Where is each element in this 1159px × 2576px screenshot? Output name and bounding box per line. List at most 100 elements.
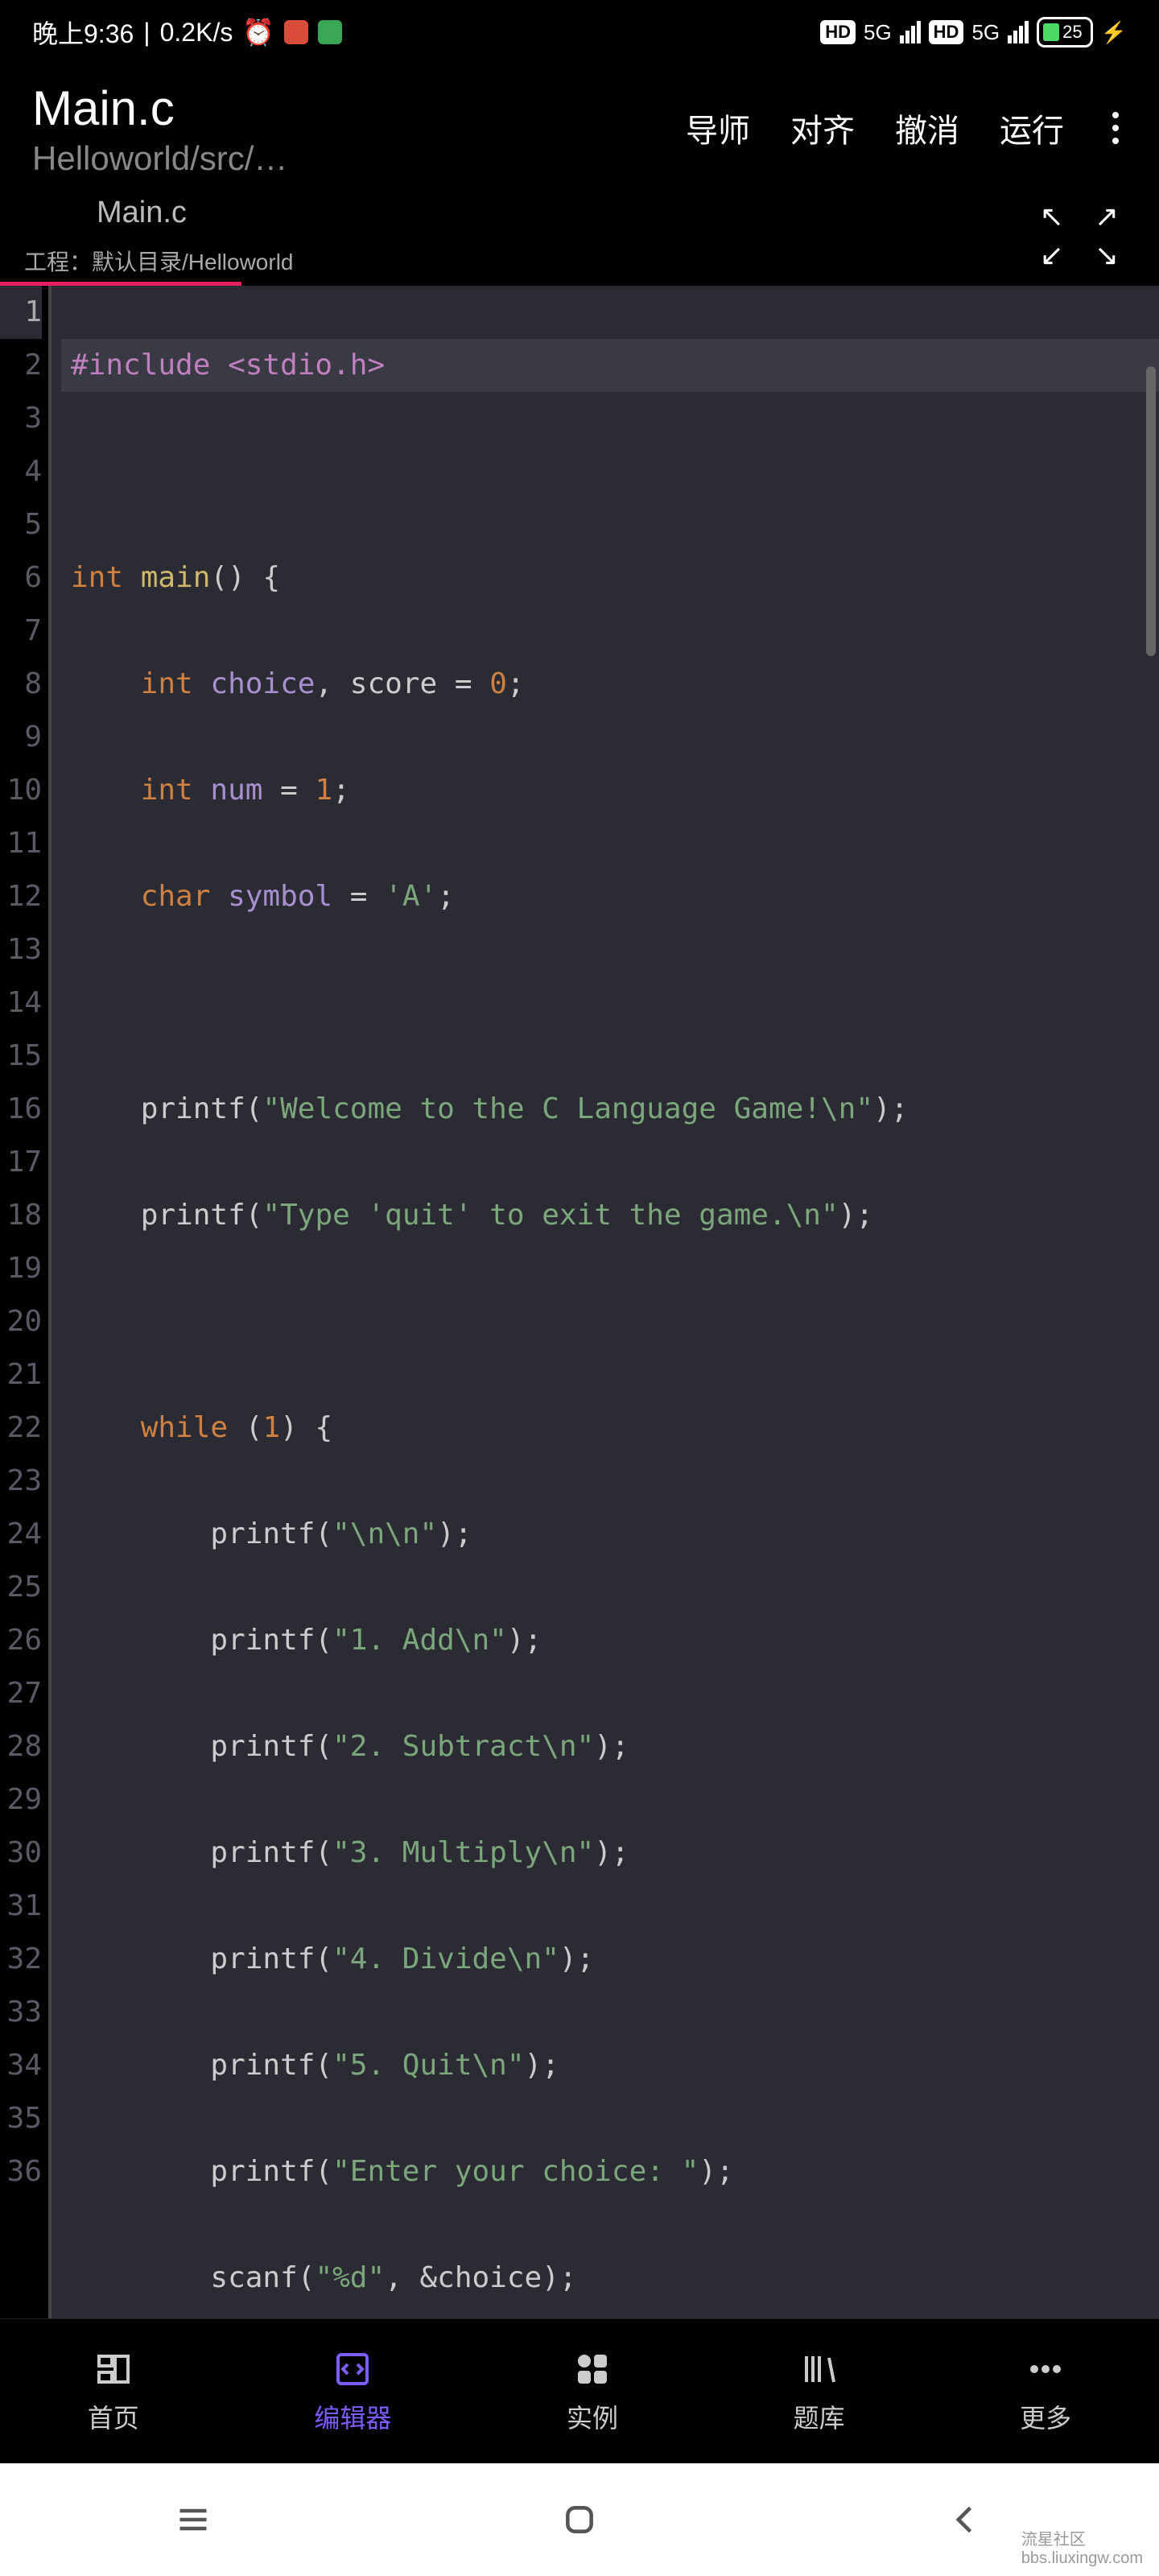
line-number: 8 (0, 658, 42, 711)
line-number: 25 (0, 1561, 42, 1614)
line-number: 36 (0, 2145, 42, 2198)
error-squiggle (639, 1534, 736, 1537)
header-left: Main.c Helloworld/src/… (32, 80, 686, 178)
run-button[interactable]: 运行 (1000, 105, 1064, 151)
line-number: 34 (0, 2039, 42, 2092)
code-line: printf("Type 'quit' to exit the game.\n"… (61, 1189, 1159, 1242)
undo-button[interactable]: 撤消 (895, 105, 959, 151)
system-recent-button[interactable] (169, 2496, 217, 2544)
code-line: #include <stdio.h> (61, 339, 1159, 392)
code-line: int main() { (61, 551, 1159, 605)
line-number-gutter: 1 2 3 4 5 6 7 8 9 10 11 12 13 14 15 16 1… (0, 286, 48, 2379)
line-number: 23 (0, 1455, 42, 1508)
code-line: printf("\n\n"); (61, 1508, 1159, 1561)
line-number: 22 (0, 1402, 42, 1455)
code-line: while (1) { (61, 1402, 1159, 1455)
nav-label: 题库 (794, 2398, 845, 2435)
system-back-button[interactable] (942, 2496, 990, 2544)
code-line: printf("2. Subtract\n"); (61, 1720, 1159, 1773)
status-speed: 0.2K/s (160, 18, 233, 47)
line-number: 7 (0, 605, 42, 658)
app-icon-red (284, 20, 308, 44)
code-line: int num = 1; (61, 764, 1159, 817)
charging-icon: ⚡ (1101, 20, 1127, 45)
code-line: printf("Welcome to the C Language Game!\… (61, 1083, 1159, 1136)
line-number: 17 (0, 1136, 42, 1189)
tab-bar: Main.c 工程：默认目录/Helloworld ↖↗ ↙↘ (0, 186, 1159, 286)
line-number: 19 (0, 1242, 42, 1295)
system-nav-bar: 流星社区 bbs.liuxingw.com (0, 2463, 1159, 2576)
line-number: 3 (0, 392, 42, 445)
nav-examples[interactable]: 实例 (567, 2348, 618, 2435)
line-number: 21 (0, 1348, 42, 1402)
nav-label: 实例 (567, 2398, 618, 2435)
status-right: HD 5G HD 5G 25 ⚡ (820, 17, 1127, 47)
hd-badge-2: HD (929, 20, 964, 44)
line-number: 9 (0, 711, 42, 764)
line-number: 11 (0, 817, 42, 870)
nav-home[interactable]: 首页 (88, 2348, 139, 2435)
bottom-nav: 首页 编辑器 实例 题库 更多 (0, 2318, 1159, 2463)
line-number: 13 (0, 923, 42, 976)
net-type-1: 5G (864, 20, 892, 45)
line-number: 35 (0, 2092, 42, 2145)
status-time: 晚上9:36 (32, 14, 134, 51)
nav-label: 首页 (88, 2398, 139, 2435)
code-line: printf("3. Multiply\n"); (61, 1827, 1159, 1880)
line-number: 33 (0, 1986, 42, 2039)
align-button[interactable]: 对齐 (790, 105, 855, 151)
line-number: 29 (0, 1773, 42, 1827)
header-actions: 导师 对齐 撤消 运行 (686, 80, 1127, 151)
battery-percent: 25 (1062, 22, 1082, 43)
nav-label: 编辑器 (314, 2398, 391, 2435)
code-line: char symbol = 'A'; (61, 870, 1159, 923)
code-line: scanf("%d", &choice); (61, 2252, 1159, 2305)
watermark: 流星社区 bbs.liuxingw.com (1021, 2526, 1143, 2568)
net-type-2: 5G (971, 20, 1000, 45)
battery-icon: 25 (1037, 17, 1092, 47)
line-number: 1 (0, 286, 42, 339)
line-number: 24 (0, 1508, 42, 1561)
books-icon (798, 2348, 840, 2390)
line-number: 32 (0, 1933, 42, 1986)
system-home-button[interactable] (555, 2496, 604, 2544)
line-number: 5 (0, 498, 42, 551)
signal-icon-2 (1008, 21, 1029, 43)
hd-badge-1: HD (820, 20, 856, 44)
guide-button[interactable]: 导师 (686, 105, 750, 151)
line-number: 31 (0, 1880, 42, 1933)
home-icon (93, 2348, 134, 2390)
nav-editor[interactable]: 编辑器 (314, 2348, 391, 2435)
line-number: 26 (0, 1614, 42, 1667)
file-title: Main.c (32, 80, 686, 136)
line-number: 10 (0, 764, 42, 817)
line-number: 6 (0, 551, 42, 605)
line-number: 12 (0, 870, 42, 923)
line-number: 27 (0, 1667, 42, 1720)
code-area[interactable]: #include <stdio.h> int main() { int choi… (52, 286, 1159, 2379)
scrollbar-thumb[interactable] (1146, 366, 1156, 656)
fullscreen-button[interactable]: ↖↗ ↙↘ (1040, 200, 1127, 272)
line-number: 18 (0, 1189, 42, 1242)
code-line: int choice, score = 0; (61, 658, 1159, 711)
editor-icon (332, 2348, 373, 2390)
file-tab[interactable]: Main.c (97, 186, 187, 240)
line-number: 20 (0, 1295, 42, 1348)
code-line: printf("1. Add\n"); (61, 1614, 1159, 1667)
grid-icon (571, 2348, 613, 2390)
status-bar: 晚上9:36 | 0.2K/s ⏰ HD 5G HD 5G 25 ⚡ (0, 0, 1159, 64)
nav-more[interactable]: 更多 (1020, 2348, 1071, 2435)
code-line (61, 445, 1159, 498)
code-editor[interactable]: 1 2 3 4 5 6 7 8 9 10 11 12 13 14 15 16 1… (0, 286, 1159, 2379)
app-header: Main.c Helloworld/src/… 导师 对齐 撤消 运行 (0, 64, 1159, 186)
nav-problems[interactable]: 题库 (794, 2348, 845, 2435)
line-number: 14 (0, 976, 42, 1030)
more-menu-button[interactable] (1104, 112, 1127, 144)
line-number: 16 (0, 1083, 42, 1136)
app-icon-green (318, 20, 342, 44)
project-path: 工程：默认目录/Helloworld (0, 240, 1040, 282)
signal-icon-1 (900, 21, 921, 43)
line-number: 28 (0, 1720, 42, 1773)
line-number: 30 (0, 1827, 42, 1880)
status-sep: | (143, 18, 150, 47)
